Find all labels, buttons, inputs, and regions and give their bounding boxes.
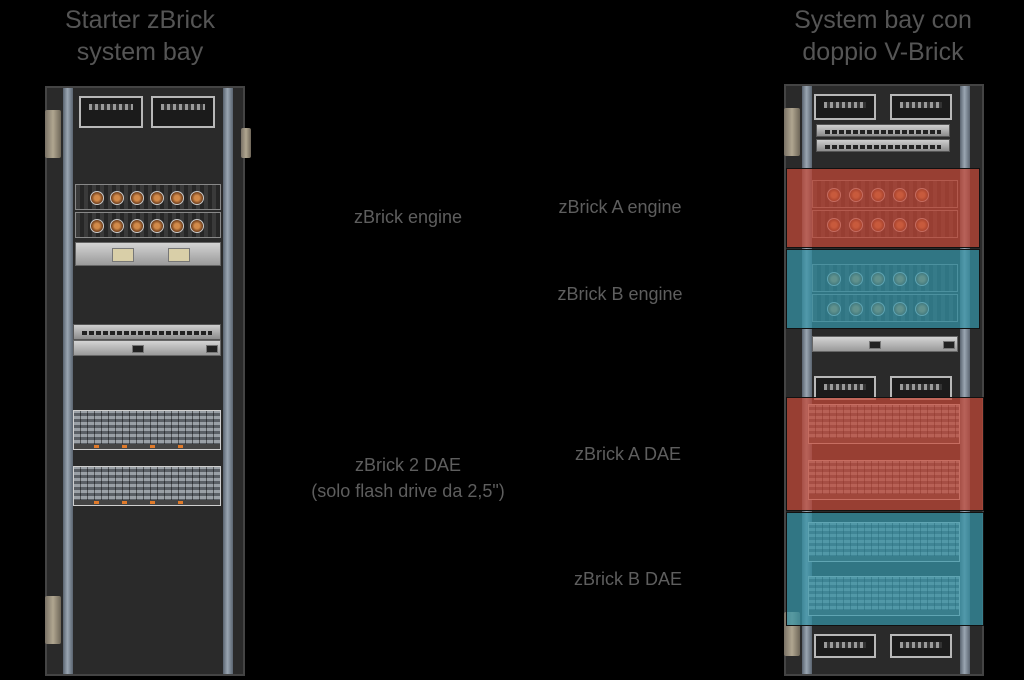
power-supply xyxy=(890,634,952,658)
zbrick-b-engine-highlight xyxy=(786,249,980,329)
label-zbrick-a-dae: zBrick A DAE xyxy=(574,444,682,464)
zbrick-a-dae-highlight xyxy=(786,397,984,511)
zbrick-engine-unit xyxy=(75,184,221,210)
zbrick-engine-unit xyxy=(75,212,221,238)
right-rack-title: System bay con doppio V-Brick xyxy=(794,6,972,66)
network-switch xyxy=(73,324,221,340)
label-zbrick-b-dae: zBrick B DAE xyxy=(573,569,683,589)
standby-power-supply xyxy=(812,336,958,352)
power-supply xyxy=(79,96,143,128)
rack-bracket-left xyxy=(784,108,800,156)
standby-power-supply xyxy=(73,340,221,356)
power-supply xyxy=(814,94,876,120)
power-supply xyxy=(890,94,952,120)
power-supply xyxy=(151,96,215,128)
network-switch xyxy=(816,139,950,152)
label-zbrick-b-engine: zBrick B engine xyxy=(557,284,683,304)
rack-bracket-left xyxy=(45,110,61,158)
zbrick-a-engine-highlight xyxy=(786,168,980,248)
zbrick-b-dae-highlight xyxy=(786,512,984,626)
rack-rail-right xyxy=(223,88,233,674)
power-supply xyxy=(814,634,876,658)
engine-power-shelf xyxy=(75,242,221,266)
label-zbrick-2-dae: zBrick 2 DAE (solo flash drive da 2,5") xyxy=(311,455,505,501)
rack-bracket-right xyxy=(241,128,251,158)
left-rack-title: Starter zBrick system bay xyxy=(64,6,216,66)
network-switch xyxy=(816,124,950,137)
label-zbrick-a-engine: zBrick A engine xyxy=(558,197,682,217)
rack-bracket-left-bottom xyxy=(45,596,61,644)
rack-rail-left xyxy=(63,88,73,674)
starter-system-bay-rack xyxy=(45,86,251,676)
dae-unit xyxy=(73,466,221,506)
dae-unit xyxy=(73,410,221,450)
label-zbrick-engine: zBrick engine xyxy=(353,207,463,227)
